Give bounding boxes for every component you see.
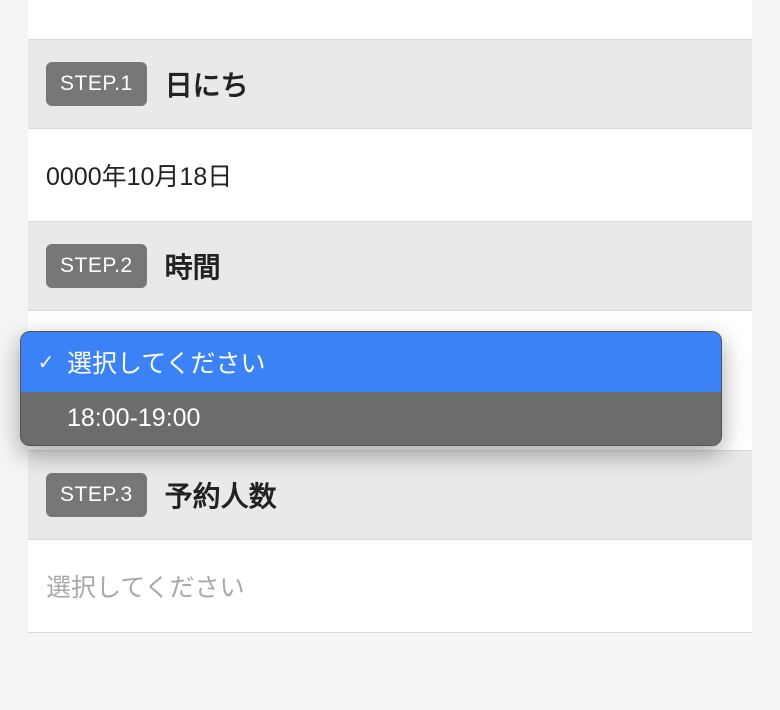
dropdown-option-label: 選択してください [67,344,266,380]
step2-title: 時間 [165,246,221,286]
dropdown-option-placeholder[interactable]: ✓ 選択してください [21,332,721,392]
check-icon: ✓ [35,350,57,375]
step2-badge: STEP.2 [46,244,147,288]
booking-form: STEP.1 日にち 0000年10月18日 STEP.2 時間 ✓ 選択してく… [28,0,752,633]
step3-title: 予約人数 [165,475,277,515]
step1-title: 日にち [165,64,249,104]
dropdown-option-label: 18:00-19:00 [67,404,200,433]
time-dropdown-popup: ✓ 選択してください 18:00-19:00 [20,331,722,446]
step1-badge: STEP.1 [46,62,147,106]
top-spacer [28,0,752,40]
step1-header: STEP.1 日にち [28,40,752,129]
step2-dropdown-area: ✓ 選択してください 18:00-19:00 [28,311,752,451]
step3-header: STEP.3 予約人数 [28,451,752,540]
step3-badge: STEP.3 [46,473,147,517]
step3-select[interactable]: 選択してください [28,540,752,633]
step1-value[interactable]: 0000年10月18日 [28,129,752,222]
dropdown-option-18-19[interactable]: 18:00-19:00 [21,392,721,445]
step2-header: STEP.2 時間 [28,222,752,311]
